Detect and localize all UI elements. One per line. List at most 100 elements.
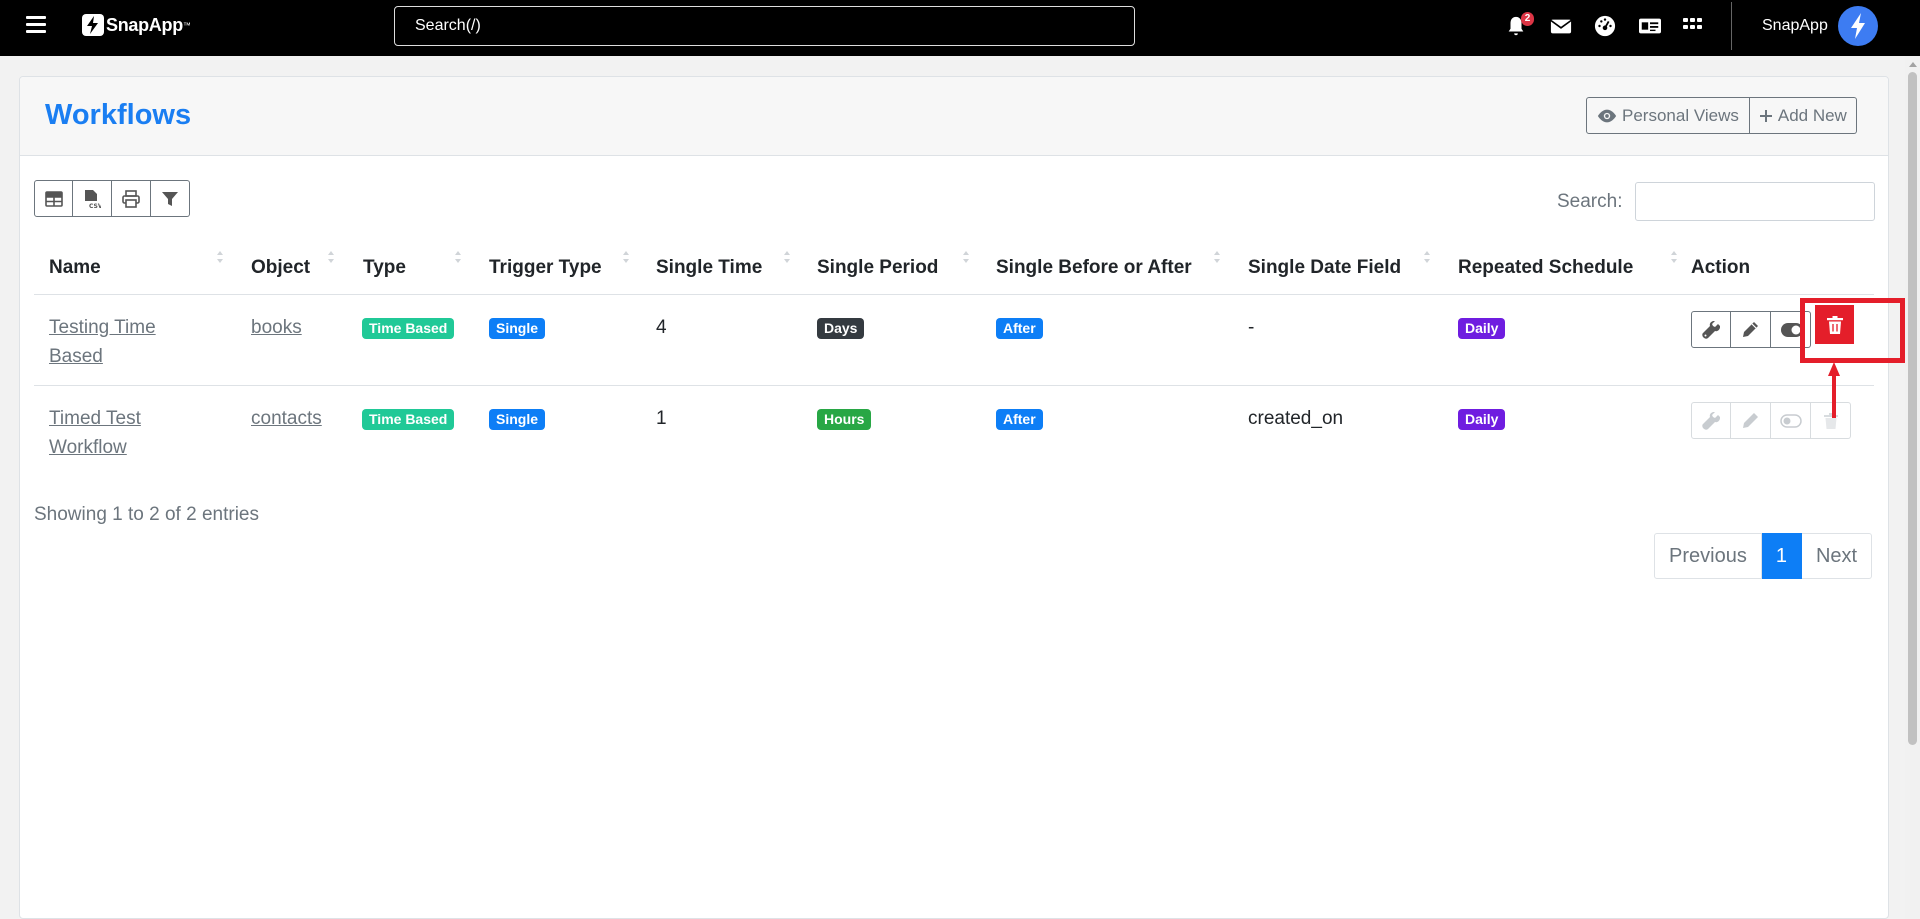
column-header-name[interactable]: Name bbox=[49, 257, 101, 279]
table-search-input[interactable] bbox=[1635, 182, 1875, 221]
workflow-name-line2: Based bbox=[49, 346, 103, 367]
plus-icon bbox=[1759, 109, 1772, 122]
column-header-single-date-field[interactable]: Single Date Field bbox=[1248, 257, 1401, 279]
column-header-single-before-after[interactable]: Single Before or After bbox=[996, 257, 1192, 279]
filter-icon bbox=[162, 191, 178, 206]
wrench-icon bbox=[1702, 320, 1720, 339]
dashboard-icon[interactable] bbox=[1594, 15, 1618, 39]
column-header-type[interactable]: Type bbox=[363, 257, 406, 279]
toggle-active-button[interactable] bbox=[1771, 402, 1811, 439]
table-toolbar: CSV bbox=[34, 180, 190, 217]
sort-icon[interactable] bbox=[328, 251, 334, 267]
pagination-page-button[interactable]: 1 bbox=[1761, 533, 1802, 579]
column-header-object[interactable]: Object bbox=[251, 257, 310, 279]
print-icon bbox=[122, 189, 140, 208]
brand-trademark: ™ bbox=[182, 20, 191, 30]
delete-button[interactable] bbox=[1813, 303, 1856, 346]
action-button-group bbox=[1691, 402, 1851, 439]
red-arrow-up-icon bbox=[1828, 362, 1840, 418]
configure-button[interactable] bbox=[1691, 402, 1731, 439]
single-time-value: 1 bbox=[656, 408, 667, 429]
page-title: Workflows bbox=[45, 99, 192, 131]
table-info-text: Showing 1 to 2 of 2 entries bbox=[34, 504, 259, 525]
pencil-icon bbox=[1743, 413, 1758, 428]
sort-icon[interactable] bbox=[963, 251, 969, 267]
notification-count-badge: 2 bbox=[1521, 12, 1534, 26]
edit-button[interactable] bbox=[1731, 402, 1771, 439]
toggle-active-button[interactable] bbox=[1771, 311, 1811, 348]
add-new-label: Add New bbox=[1777, 105, 1847, 125]
sort-icon[interactable] bbox=[784, 251, 790, 267]
csv-icon: CSV bbox=[85, 189, 101, 209]
personal-views-label: Personal Views bbox=[1622, 105, 1739, 125]
envelope-icon[interactable] bbox=[1550, 15, 1574, 39]
brand-logo[interactable]: SnapApp ™ bbox=[82, 14, 191, 36]
pagination: Previous 1 Next bbox=[1654, 533, 1873, 579]
id-card-icon[interactable] bbox=[1638, 15, 1662, 39]
trigger-type-badge: Single bbox=[489, 318, 546, 339]
single-period-badge: Hours bbox=[817, 409, 872, 430]
filter-button[interactable] bbox=[151, 180, 190, 217]
workflow-name-line2: Workflow bbox=[49, 437, 127, 458]
bolt-logo-icon bbox=[82, 14, 104, 36]
print-button[interactable] bbox=[112, 180, 151, 217]
menu-icon[interactable] bbox=[26, 16, 46, 34]
column-header-repeated-schedule[interactable]: Repeated Schedule bbox=[1458, 257, 1633, 279]
add-new-button[interactable]: Add New bbox=[1749, 97, 1857, 134]
navbar-divider bbox=[1731, 2, 1732, 50]
card-header: Workflows Personal Views Add New bbox=[20, 77, 1888, 156]
top-navbar: SnapApp ™ Search(/) 2 SnapApp bbox=[0, 0, 1920, 56]
apps-grid-icon[interactable] bbox=[1682, 15, 1706, 39]
sort-icon[interactable] bbox=[1424, 251, 1430, 267]
configure-button[interactable] bbox=[1691, 311, 1731, 348]
pencil-icon bbox=[1743, 322, 1758, 337]
sort-icon[interactable] bbox=[1671, 251, 1677, 267]
svg-text:CSV: CSV bbox=[89, 203, 101, 209]
trigger-type-badge: Single bbox=[489, 409, 546, 430]
workflow-name-link[interactable]: Testing Time Based bbox=[49, 313, 156, 371]
table-row: Timed Test Workflow contacts Time Based … bbox=[34, 386, 1874, 477]
global-search-input[interactable]: Search(/) bbox=[394, 6, 1135, 46]
page-scrollbar[interactable] bbox=[1905, 56, 1920, 919]
wrench-icon bbox=[1702, 411, 1720, 430]
scrollbar-thumb[interactable] bbox=[1908, 72, 1917, 745]
workflow-name-link[interactable]: Timed Test Workflow bbox=[49, 404, 141, 462]
workflows-card: Workflows Personal Views Add New CSV Sea… bbox=[19, 76, 1889, 919]
user-name[interactable]: SnapApp bbox=[1762, 17, 1828, 35]
personal-views-button[interactable]: Personal Views bbox=[1586, 97, 1750, 134]
single-time-value: 4 bbox=[656, 317, 667, 338]
single-period-badge: Days bbox=[817, 318, 865, 339]
toggle-off-icon bbox=[1779, 413, 1802, 428]
before-after-badge: After bbox=[996, 318, 1043, 339]
sort-icon[interactable] bbox=[217, 251, 223, 267]
column-header-trigger-type[interactable]: Trigger Type bbox=[489, 257, 602, 279]
pagination-next-button[interactable]: Next bbox=[1801, 533, 1873, 579]
workflow-name-line1: Testing Time bbox=[49, 317, 156, 338]
column-header-action: Action bbox=[1691, 257, 1751, 278]
eye-icon bbox=[1597, 109, 1617, 122]
export-csv-button[interactable]: CSV bbox=[73, 180, 112, 217]
type-badge: Time Based bbox=[362, 318, 455, 339]
object-link[interactable]: contacts bbox=[251, 404, 322, 433]
edit-button[interactable] bbox=[1731, 311, 1771, 348]
scroll-up-arrow-icon[interactable] bbox=[1909, 62, 1917, 67]
type-badge: Time Based bbox=[362, 409, 455, 430]
workflow-name-line1: Timed Test bbox=[49, 408, 141, 429]
table-header-row: Name Object Type Trigger Type Single Tim… bbox=[34, 241, 1874, 295]
table-icon bbox=[44, 190, 63, 207]
user-avatar[interactable] bbox=[1838, 6, 1878, 46]
column-header-single-period[interactable]: Single Period bbox=[817, 257, 938, 279]
object-link[interactable]: books bbox=[251, 313, 302, 342]
header-button-group: Personal Views Add New bbox=[1586, 97, 1857, 134]
table-row: Testing Time Based books Time Based Sing… bbox=[34, 295, 1874, 386]
pagination-previous-button[interactable]: Previous bbox=[1654, 533, 1762, 579]
sort-icon[interactable] bbox=[1214, 251, 1220, 267]
sort-icon[interactable] bbox=[623, 251, 629, 267]
column-header-single-time[interactable]: Single Time bbox=[656, 257, 762, 279]
before-after-badge: After bbox=[996, 409, 1043, 430]
column-visibility-button[interactable] bbox=[34, 180, 73, 217]
sort-icon[interactable] bbox=[455, 251, 461, 267]
schedule-badge: Daily bbox=[1458, 409, 1506, 430]
trash-icon bbox=[1826, 315, 1843, 334]
table-search-label: Search: bbox=[1557, 191, 1623, 212]
